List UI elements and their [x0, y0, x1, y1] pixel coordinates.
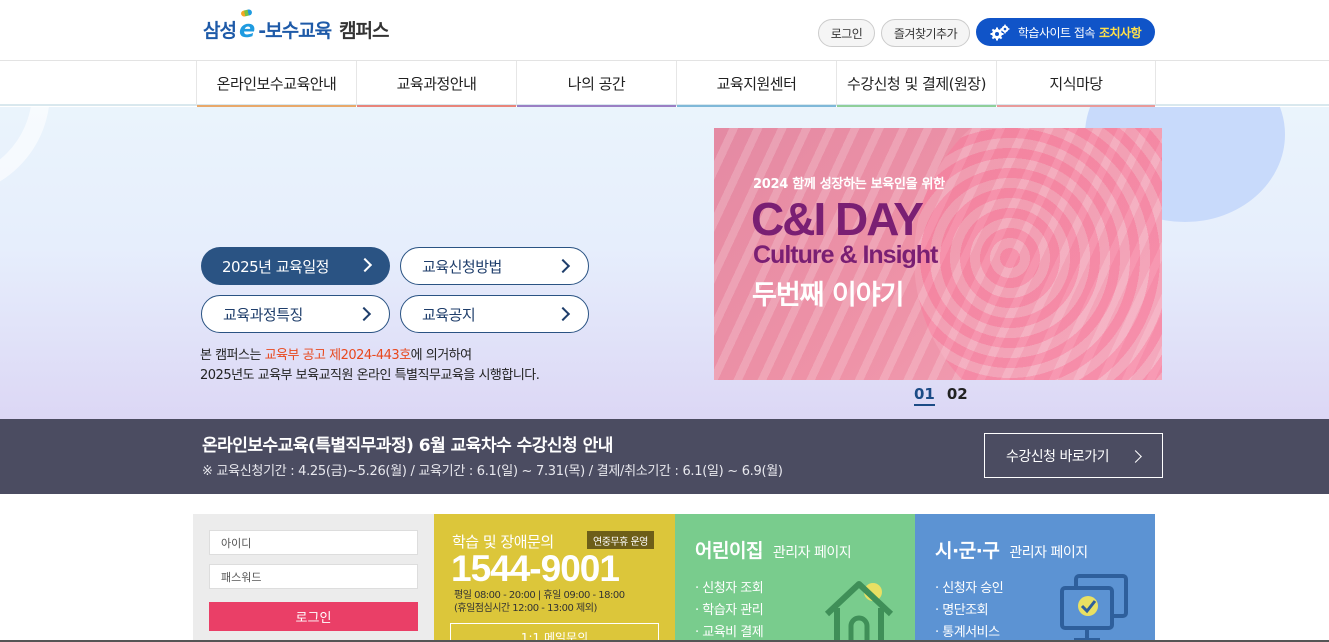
banner-subtitle: 2024 함께 성장하는 보육인을 위한: [753, 177, 945, 192]
enroll-shortcut-button[interactable]: 수강신청 바로가기: [984, 433, 1163, 478]
hero-text-line1: 본 캠퍼스는 교육부 공고 제2024-443호에 의거하여: [200, 346, 539, 366]
top-header: 삼성 e -보수교육 캠퍼스 로그인 즐겨찾기추가 학습사이트 접속 조치사항: [0, 0, 1329, 61]
nav-item-enroll-payment[interactable]: 수강신청 및 결제(원장): [836, 61, 996, 108]
id-field[interactable]: 아이디: [209, 530, 418, 555]
logo-campus: 캠퍼스: [339, 19, 389, 42]
daycare-link-learners[interactable]: · 학습자 관리: [695, 600, 764, 622]
how-to-apply-label: 교육신청방법: [422, 257, 502, 276]
schedule-2025-button[interactable]: 2025년 교육일정: [201, 247, 390, 285]
chevron-right-icon: [555, 258, 571, 274]
hero-text-suffix: 에 의거하여: [410, 348, 472, 363]
municipal-subtitle: 관리자 페이지: [1009, 545, 1088, 561]
education-notice-button[interactable]: 교육공지: [400, 295, 589, 333]
enroll-shortcut-label: 수강신청 바로가기: [1006, 448, 1110, 465]
support-hours-line2: (휴일점심시간 12:00 - 13:00 제외): [454, 603, 597, 614]
login-panel: 아이디 패스워드 로그인: [193, 514, 434, 642]
municipal-link-approve[interactable]: · 신청자 승인: [935, 578, 1004, 600]
chevron-right-icon: [356, 306, 372, 322]
hero-text-prefix: 본 캠퍼스는: [200, 348, 261, 363]
banner-page-1[interactable]: 01: [914, 385, 935, 406]
how-to-apply-button[interactable]: 교육신청방법: [400, 247, 589, 285]
favorite-button[interactable]: 즐겨찾기추가: [881, 19, 970, 47]
hero-section: 2025년 교육일정 교육신청방법 교육과정특징 교육공지 본 캠퍼스는 교육부…: [0, 107, 1329, 419]
password-field[interactable]: 패스워드: [209, 564, 418, 589]
enrollment-period: ※ 교육신청기간 : 4.25(금)~5.26(월) / 교육기간 : 6.1(…: [202, 464, 783, 479]
panel-login-button[interactable]: 로그인: [209, 602, 418, 631]
enrollment-notice-title[interactable]: 온라인보수교육(특별직무과정) 6월 교육차수 수강신청 안내: [202, 431, 613, 456]
chevron-right-icon: [555, 306, 571, 322]
gears-icon: [990, 24, 1010, 41]
education-notice-label: 교육공지: [422, 305, 476, 324]
daycare-title: 어린이집: [695, 540, 763, 562]
chevron-right-icon: [1129, 450, 1142, 463]
house-icon: [824, 581, 894, 642]
notice-button-label: 학습사이트 접속: [1017, 25, 1096, 40]
support-hours: 평일 08:00 - 20:00 | 휴일 09:00 - 18:00 (휴일점…: [454, 589, 625, 615]
daycare-link-applicants[interactable]: · 신청자 조회: [695, 578, 764, 600]
hero-text-line2: 2025년도 교육부 보육교직원 온라인 특별직무교육을 시행합니다.: [200, 368, 540, 383]
event-banner[interactable]: 2024 함께 성장하는 보육인을 위한 C&I DAY Culture & I…: [714, 128, 1162, 380]
daycare-admin-title: 어린이집 관리자 페이지: [695, 536, 852, 563]
banner-page-2[interactable]: 02: [947, 385, 968, 406]
main-nav: 온라인보수교육안내 교육과정안내 나의 공간 교육지원센터 수강신청 및 결제(…: [0, 61, 1329, 108]
nav-item-knowledge[interactable]: 지식마당: [996, 61, 1156, 108]
site-logo[interactable]: 삼성 e -보수교육 캠퍼스: [203, 14, 390, 44]
support-phone-number: 1544-9001: [451, 548, 620, 589]
daycare-links: · 신청자 조회 · 학습자 관리 · 교육비 결제: [695, 578, 764, 642]
nav-item-course-guide[interactable]: 교육과정안내: [356, 61, 516, 108]
banner-korean: 두번째 이야기: [752, 280, 904, 311]
support-call-panel: 학습 및 장애문의 연중무휴 운영 1544-9001 평일 08:00 - 2…: [434, 514, 675, 642]
logo-e: e: [238, 15, 256, 43]
municipal-admin-panel[interactable]: 시·군·구 관리자 페이지 · 신청자 승인 · 명단조회 · 통계서비스: [915, 514, 1155, 642]
open-all-year-badge: 연중무휴 운영: [587, 531, 654, 549]
main-menu: 온라인보수교육안내 교육과정안내 나의 공간 교육지원센터 수강신청 및 결제(…: [196, 61, 1156, 108]
logo-samsung: 삼성: [203, 19, 237, 42]
nav-item-my-space[interactable]: 나의 공간: [516, 61, 676, 108]
banner-tagline: Culture & Insight: [753, 241, 938, 269]
nav-item-support-center[interactable]: 교육지원센터: [676, 61, 836, 108]
banner-wave-pattern: [914, 128, 1162, 380]
course-features-button[interactable]: 교육과정특징: [201, 295, 390, 333]
municipal-link-roster[interactable]: · 명단조회: [935, 600, 1003, 622]
municipal-title: 시·군·구: [935, 540, 1000, 562]
schedule-2025-label: 2025년 교육일정: [222, 257, 329, 276]
hero-decoration: [0, 107, 50, 197]
hero-description: 본 캠퍼스는 교육부 공고 제2024-443호에 의거하여 2025년도 교육…: [200, 346, 540, 386]
chevron-right-icon: [357, 257, 373, 273]
daycare-subtitle: 관리자 페이지: [772, 545, 852, 561]
banner-pager: 01 02: [914, 385, 968, 406]
login-button[interactable]: 로그인: [818, 19, 875, 47]
notice-button-highlight: 조치사항: [1098, 25, 1142, 40]
daycare-admin-panel[interactable]: 어린이집 관리자 페이지 · 신청자 조회 · 학습자 관리 · 교육비 결제: [675, 514, 915, 642]
municipal-link-statistics[interactable]: · 통계서비스: [935, 622, 1003, 642]
hero-text-highlight: 교육부 공고 제2024-443호: [264, 348, 412, 363]
course-features-label: 교육과정특징: [223, 305, 303, 324]
logo-title: -보수교육: [258, 19, 332, 42]
monitor-check-icon: [1060, 574, 1128, 642]
municipal-admin-title: 시·군·구 관리자 페이지: [935, 536, 1088, 563]
support-hours-line1: 평일 08:00 - 20:00 | 휴일 09:00 - 18:00: [454, 590, 625, 601]
banner-title: C&I DAY: [751, 193, 924, 245]
enrollment-notice: 온라인보수교육(특별직무과정) 6월 교육차수 수강신청 안내 ※ 교육신청기간…: [0, 419, 1329, 494]
municipal-links: · 신청자 승인 · 명단조회 · 통계서비스: [935, 578, 1004, 642]
nav-item-online-guide[interactable]: 온라인보수교육안내: [196, 61, 356, 108]
daycare-link-payment[interactable]: · 교육비 결제: [695, 622, 764, 642]
access-notice-button[interactable]: 학습사이트 접속 조치사항: [976, 18, 1155, 46]
